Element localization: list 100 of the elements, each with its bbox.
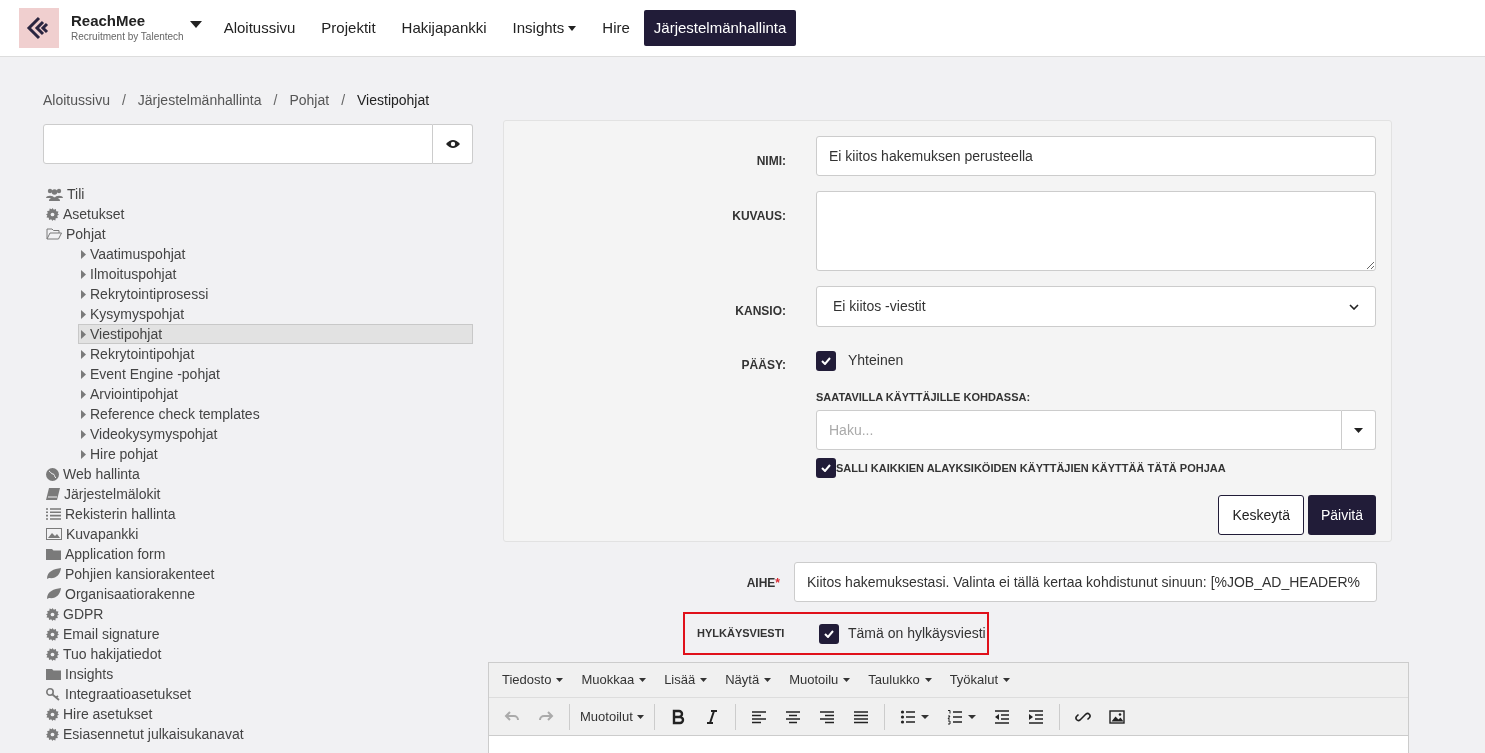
- leaf-icon: [46, 568, 61, 580]
- caret-icon: [1354, 427, 1363, 433]
- gear-icon: [46, 727, 59, 741]
- tree-item[interactable]: Integraatioasetukset: [43, 684, 473, 704]
- tree-item[interactable]: Ilmoituspohjat: [78, 264, 473, 284]
- image-icon: [1108, 708, 1125, 725]
- tree-item[interactable]: GDPR: [43, 604, 473, 624]
- menu-button[interactable]: Tiedosto: [493, 666, 573, 694]
- cancel-button[interactable]: Keskeytä: [1218, 495, 1304, 535]
- search-field[interactable]: [43, 124, 433, 164]
- tree-item[interactable]: Rekrytointiprosessi: [78, 284, 473, 304]
- caret-icon: [556, 678, 564, 682]
- caret-icon: [843, 678, 851, 682]
- tree-item[interactable]: Esiasennetut julkaisukanavat: [43, 724, 473, 744]
- caret-icon: [1003, 678, 1011, 682]
- caret-icon: [636, 714, 644, 719]
- checkbox-label: Tämä on hylkäysviesti: [848, 624, 986, 643]
- tree-item[interactable]: Videokysymyspohjat: [78, 424, 473, 444]
- eye-icon: [445, 139, 460, 149]
- tree-item[interactable]: Tili: [43, 184, 473, 204]
- description-field[interactable]: [816, 191, 1376, 271]
- tree-item[interactable]: Organisaatiorakenne: [43, 584, 473, 604]
- menu-button[interactable]: Työkalut: [940, 666, 1020, 694]
- field-label: AIHE*: [746, 576, 780, 590]
- align-left-icon: [750, 708, 767, 725]
- menu-button[interactable]: Muotoilu: [780, 666, 860, 694]
- tree-item[interactable]: Arviointipohjat: [78, 384, 473, 404]
- tree-item[interactable]: Web hallinta: [43, 464, 473, 484]
- tree-item[interactable]: Viestipohjat: [78, 324, 473, 344]
- tree-item[interactable]: Reference check templates: [78, 404, 473, 424]
- tree-item[interactable]: Vaatimuspohjat: [78, 244, 473, 264]
- checkbox[interactable]: [816, 350, 836, 371]
- caret-icon[interactable]: [189, 21, 202, 29]
- breadcrumb-current: Viestipohjat: [357, 90, 430, 110]
- tree-item[interactable]: Pohjat: [43, 224, 473, 244]
- field-label: SAATAVILLA KÄYTTÄJILLE KOHDASSA:: [816, 391, 1031, 403]
- nav-link[interactable]: Hakijapankki: [389, 10, 499, 46]
- check-icon: [821, 356, 831, 365]
- folder-icon: [46, 548, 61, 560]
- nav-link[interactable]: Aloitussivu: [211, 10, 308, 46]
- chevron-icon: [1349, 303, 1359, 310]
- tree-item[interactable]: Insights: [43, 664, 473, 684]
- breadcrumb-link[interactable]: Pohjat: [289, 89, 330, 111]
- checkbox[interactable]: [816, 458, 836, 478]
- field-label: HYLKÄYSVIESTI: [697, 626, 786, 642]
- field-label: PÄÄSY:: [741, 358, 786, 372]
- indent-icon: [1027, 708, 1044, 725]
- tree-item[interactable]: Hire pohjat: [78, 444, 473, 464]
- checkbox-label: Yhteinen: [848, 351, 904, 370]
- tree-item[interactable]: Asetukset: [43, 204, 473, 224]
- nav-link[interactable]: Projektit: [309, 10, 388, 46]
- breadcrumb-link[interactable]: Järjestelmänhallinta: [137, 89, 262, 111]
- field-label: KUVAUS:: [732, 209, 786, 223]
- gear-icon: [46, 707, 59, 721]
- formats-dropdown[interactable]: Muotoilut: [576, 701, 648, 732]
- globe-icon: [46, 467, 59, 481]
- tree-item[interactable]: Kysymyspohjat: [78, 304, 473, 324]
- tree-item[interactable]: Rekisterin hallinta: [43, 504, 473, 524]
- check-icon: [824, 629, 834, 638]
- breadcrumb-link[interactable]: Aloitussivu: [43, 89, 110, 111]
- caret-icon: [700, 678, 708, 682]
- gear-icon: [46, 647, 59, 661]
- key-icon: [46, 687, 61, 701]
- field-label: NIMI:: [756, 154, 786, 168]
- menu-button[interactable]: Muokkaa: [572, 666, 656, 694]
- tree-item[interactable]: Application form: [43, 544, 473, 564]
- check-icon: [821, 464, 831, 472]
- caret-icon: [920, 714, 929, 719]
- nav-link[interactable]: Järjestelmänhallinta: [643, 10, 797, 46]
- tree-item[interactable]: Pohjien kansiorakenteet: [43, 564, 473, 584]
- menu-button[interactable]: Näytä: [716, 666, 781, 694]
- menu-button[interactable]: Lisää: [655, 666, 717, 694]
- book-icon: [46, 488, 60, 500]
- breadcrumb-separator: /: [341, 90, 346, 110]
- outdent-icon: [993, 708, 1010, 725]
- checkbox[interactable]: [819, 623, 839, 644]
- folder-select[interactable]: Ei kiitos -viestit: [816, 286, 1376, 327]
- visibility-button[interactable]: [433, 124, 473, 164]
- tree-item[interactable]: Kuvapankki: [43, 524, 473, 544]
- user-search-field[interactable]: Haku...: [816, 410, 1342, 450]
- tree-item[interactable]: Hire asetukset: [43, 704, 473, 724]
- caret-icon: [639, 678, 647, 682]
- logo-icon: [19, 8, 59, 48]
- tree-item[interactable]: Event Engine -pohjat: [78, 364, 473, 384]
- tree-item[interactable]: Tuo hakijatiedot: [43, 644, 473, 664]
- tree-item[interactable]: Rekrytointipohjat: [78, 344, 473, 364]
- gear-icon: [46, 207, 59, 221]
- image-icon: [46, 528, 62, 540]
- update-button[interactable]: Päivitä: [1307, 495, 1376, 535]
- tree-item[interactable]: Järjestelmälokit: [43, 484, 473, 504]
- bullet-list-icon: [899, 708, 916, 725]
- menu-button[interactable]: Taulukko: [859, 666, 941, 694]
- nav-link[interactable]: Hire: [590, 10, 642, 46]
- open-folder-icon: [46, 228, 62, 240]
- subject-field[interactable]: Kiitos hakemuksestasi. Valinta ei tällä kertaa kohdistunut sinuun: [%JOB_AD_HEADER%: [794, 562, 1377, 602]
- nav-link[interactable]: Insights: [500, 10, 589, 46]
- tree-item[interactable]: Email signature: [43, 624, 473, 644]
- breadcrumb-separator: /: [121, 90, 126, 110]
- name-field[interactable]: Ei kiitos hakemuksen perusteella: [816, 136, 1376, 176]
- leaf-icon: [46, 588, 61, 600]
